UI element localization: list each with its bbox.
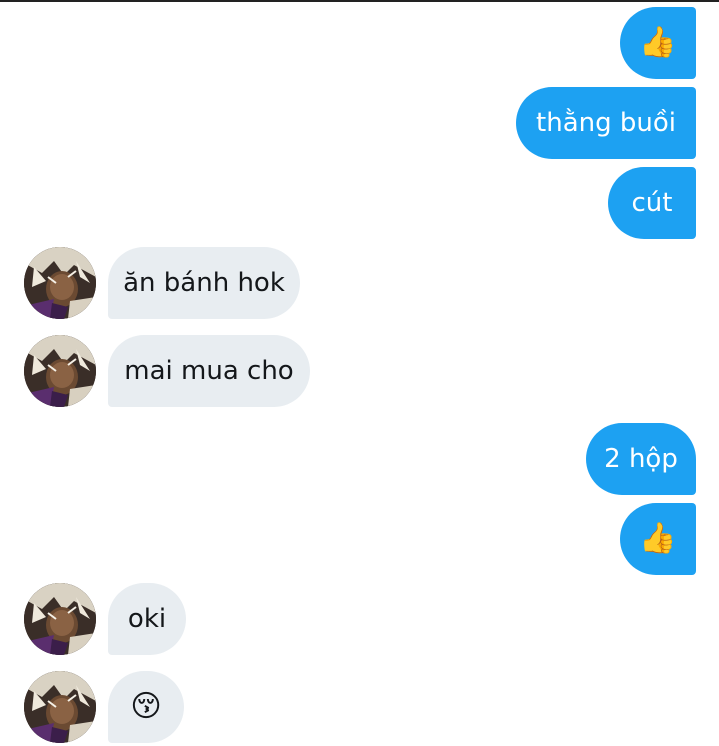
message-row-outgoing: 2 hộp	[0, 423, 719, 495]
avatar[interactable]	[24, 671, 96, 743]
message-bubble-outgoing[interactable]: 👍	[620, 7, 696, 79]
message-text: thằng buồi	[536, 108, 676, 138]
message-row-outgoing: 👍	[0, 503, 719, 575]
message-text: ăn bánh hok	[123, 268, 285, 298]
message-text: oki	[127, 604, 167, 634]
anime-character-avatar-icon	[24, 335, 96, 407]
message-bubble-incoming[interactable]: mai mua cho	[108, 335, 310, 407]
message-bubble-incoming[interactable]: 😚	[108, 671, 184, 743]
message-row-incoming: 😚	[0, 671, 719, 743]
message-text: cút	[631, 188, 673, 218]
message-row-incoming: mai mua cho	[0, 335, 719, 407]
message-text: 2 hộp	[604, 444, 678, 474]
message-bubble-outgoing[interactable]: 2 hộp	[586, 423, 696, 495]
message-row-outgoing: cút	[0, 167, 719, 239]
message-bubble-outgoing[interactable]: thằng buồi	[516, 87, 696, 159]
anime-character-avatar-icon	[24, 247, 96, 319]
message-bubble-incoming[interactable]: oki	[108, 583, 186, 655]
message-bubble-incoming[interactable]: ăn bánh hok	[108, 247, 300, 319]
thumbs-up-icon: 👍	[639, 25, 677, 60]
message-bubble-outgoing[interactable]: 👍	[620, 503, 696, 575]
anime-character-avatar-icon	[24, 671, 96, 743]
message-bubble-outgoing[interactable]: cút	[608, 167, 696, 239]
kissing-face-icon: 😚	[130, 689, 162, 724]
message-row-incoming: oki	[0, 583, 719, 655]
message-row-incoming: ăn bánh hok	[0, 247, 719, 319]
avatar[interactable]	[24, 583, 96, 655]
message-row-outgoing: thằng buồi	[0, 87, 719, 159]
anime-character-avatar-icon	[24, 583, 96, 655]
message-row-outgoing: 👍	[0, 7, 719, 79]
conversation-thread[interactable]: 👍 thằng buồi cút ăn bánh hok mai mua cho…	[0, 0, 719, 746]
thumbs-up-icon: 👍	[639, 521, 677, 556]
avatar[interactable]	[24, 247, 96, 319]
message-text: mai mua cho	[124, 356, 294, 386]
avatar[interactable]	[24, 335, 96, 407]
